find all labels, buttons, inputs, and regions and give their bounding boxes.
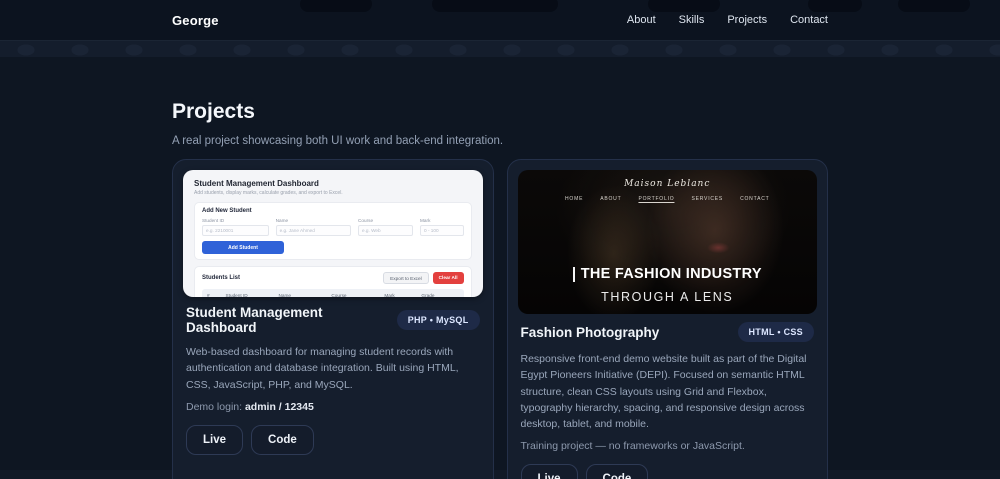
live-button[interactable]: Live (186, 424, 244, 455)
preview-field-student-id: Student ID e.g. 2210001 (202, 218, 269, 237)
field-label: Name (275, 218, 289, 224)
project-description: Web-based dashboard for managing student… (186, 346, 459, 391)
headline-accent-bar (572, 266, 575, 282)
preview-site-logo: Maison Leblanc (624, 179, 711, 190)
window-tab-artifact (300, 0, 372, 12)
column-header: Mark (384, 292, 395, 298)
preview-add-student-panel: Add New Student Student ID e.g. 2210001 … (194, 202, 472, 261)
nav-link-contact[interactable]: Contact (790, 14, 828, 26)
project-title: Student Management Dashboard (186, 305, 323, 336)
add-student-button: Add Student (202, 241, 284, 255)
project-card-fashion-photography: Maison Leblanc HOME ABOUT PORTFOLIO SERV… (506, 159, 828, 479)
headline-line-1: THE FASHION INDUSTRY (580, 266, 762, 283)
preview-table-header: # Student ID Name Course Mark Grade (202, 289, 464, 298)
projects-section: Projects A real project showcasing both … (172, 100, 828, 479)
demo-login-credentials: admin / 12345 (244, 400, 314, 413)
course-input: e.g. Web (357, 225, 414, 237)
project-title: Fashion Photography (520, 324, 660, 340)
field-label: Student ID (202, 218, 225, 224)
export-to-excel-button: Export to Excel (383, 272, 429, 285)
preview-site-nav: HOME ABOUT PORTFOLIO SERVICES CONTACT (518, 196, 818, 202)
preview-nav-about: ABOUT (600, 196, 622, 203)
column-header: Name (278, 292, 291, 298)
tech-stack-badge: PHP • MySQL (396, 310, 480, 331)
project-preview-fashion-image: Maison Leblanc HOME ABOUT PORTFOLIO SERV… (517, 170, 818, 315)
preview-dashboard-subtitle: Add students, display marks, calculate g… (194, 190, 343, 197)
column-header: # (207, 292, 210, 298)
project-description: Responsive front-end demo website built … (520, 353, 807, 431)
column-header: Grade (421, 292, 435, 298)
navbar: George About Skills Projects Contact (0, 0, 1000, 40)
preview-dashboard-title: Student Management Dashboard (194, 179, 319, 189)
preview-form-fields: Student ID e.g. 2210001 Name e.g. Jane A… (202, 218, 464, 237)
preview-field-mark: Mark 0 - 100 (420, 218, 464, 237)
headline-line-2: THROUGH A LENS (601, 289, 734, 304)
window-tab-artifact (808, 0, 862, 12)
name-input: e.g. Jane Ahmed (275, 225, 351, 237)
preview-nav-home: HOME (565, 196, 584, 203)
preview-field-name: Name e.g. Jane Ahmed (275, 218, 351, 237)
mark-input: 0 - 100 (420, 225, 464, 237)
project-cards: Student Management Dashboard Add student… (172, 159, 828, 479)
demo-login-label: Demo login: (186, 400, 245, 413)
tech-stack-badge: HTML • CSS (737, 322, 814, 343)
live-button[interactable]: Live (520, 464, 578, 479)
column-header: Course (331, 292, 347, 298)
code-button[interactable]: Code (585, 464, 649, 479)
field-label: Mark (420, 218, 431, 224)
preview-nav-contact: CONTACT (740, 196, 770, 203)
preview-headline: THE FASHION INDUSTRY THROUGH A LENS (518, 266, 818, 304)
project-preview-student-dashboard-image: Student Management Dashboard Add student… (183, 170, 483, 298)
code-button[interactable]: Code (251, 424, 314, 455)
nav-links: About Skills Projects Contact (627, 14, 828, 26)
section-subtitle: A real project showcasing both UI work a… (172, 135, 504, 148)
decorative-band (0, 40, 1000, 57)
window-tab-artifact (898, 0, 970, 12)
preview-nav-portfolio: PORTFOLIO (638, 196, 675, 203)
preview-form-heading: Add New Student (202, 208, 252, 215)
project-card-student-dashboard: Student Management Dashboard Add student… (172, 159, 494, 479)
preview-field-course: Course e.g. Web (357, 218, 414, 237)
window-tab-artifact (648, 0, 720, 12)
demo-login-note: Demo login: admin / 12345 (183, 401, 483, 413)
window-tab-artifact (432, 0, 558, 12)
page-title: Projects (172, 100, 255, 123)
student-id-input: e.g. 2210001 (202, 225, 269, 237)
preview-nav-services: SERVICES (691, 196, 724, 203)
column-header: Student ID (225, 292, 248, 298)
training-project-note: Training project — no frameworks or Java… (520, 440, 745, 453)
nav-link-skills[interactable]: Skills (679, 14, 705, 26)
field-label: Course (357, 218, 374, 224)
preview-students-list-panel: Students List Export to Excel Clear All … (194, 266, 472, 298)
clear-all-button: Clear All (432, 272, 464, 285)
brand-logo[interactable]: George (172, 13, 219, 28)
nav-link-projects[interactable]: Projects (727, 14, 767, 26)
preview-list-heading: Students List (202, 275, 241, 282)
nav-link-about[interactable]: About (627, 14, 656, 26)
